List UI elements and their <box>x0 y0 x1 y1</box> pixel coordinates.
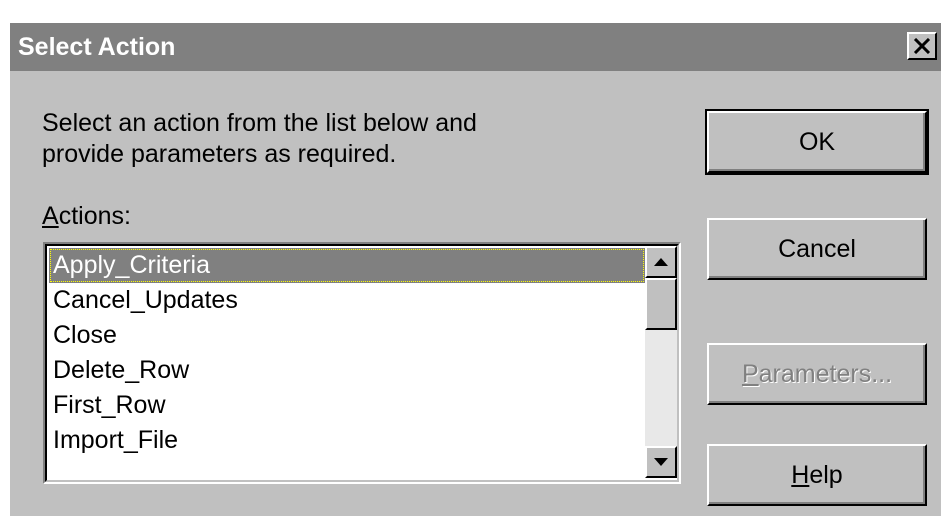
actions-listbox-frame: Apply_Criteria Cancel_Updates Close Delete_… <box>45 244 679 482</box>
screen: Select Action Select an action from the … <box>0 0 941 516</box>
ok-button[interactable]: OK <box>705 109 929 175</box>
help-button[interactable]: Help <box>707 444 927 506</box>
parameters-label-rest: arameters... <box>758 359 893 388</box>
cancel-button[interactable]: Cancel <box>707 218 927 280</box>
parameters-button-label: Parameters... <box>742 360 892 389</box>
help-button-label: Help <box>791 461 842 490</box>
arrow-up-icon <box>654 258 668 266</box>
window-title: Select Action <box>18 32 176 61</box>
help-label-rest: elp <box>809 460 843 489</box>
actions-label-rest: ctions: <box>58 202 131 230</box>
parameters-button[interactable]: Parameters... <box>707 343 927 405</box>
scroll-thumb[interactable] <box>645 278 677 330</box>
scroll-up-button[interactable] <box>645 246 677 278</box>
ok-button-label: OK <box>798 127 836 156</box>
action-list-item[interactable]: First_Row <box>49 388 645 423</box>
title-bar[interactable]: Select Action <box>10 23 941 71</box>
arrow-down-icon <box>654 458 668 466</box>
scroll-down-button[interactable] <box>645 446 677 478</box>
cancel-button-label: Cancel <box>778 234 856 263</box>
instructions-text: Select an action from the list below and… <box>42 109 477 168</box>
actions-listbox[interactable]: Apply_Criteria Cancel_Updates Close Delete_… <box>43 242 681 484</box>
actions-label-mnemonic: A <box>42 202 59 230</box>
select-action-dialog: Select Action Select an action from the … <box>10 23 941 516</box>
vertical-scrollbar[interactable] <box>645 246 677 478</box>
action-list-item[interactable]: Apply_Criteria <box>49 248 645 283</box>
parameters-mnemonic: P <box>741 359 759 388</box>
actions-list[interactable]: Apply_Criteria Cancel_Updates Close Delete_… <box>49 248 645 480</box>
action-list-item[interactable]: Cancel_Updates <box>49 283 645 318</box>
action-list-item[interactable]: Close <box>49 318 645 353</box>
close-icon <box>913 38 931 54</box>
action-list-item[interactable]: Delete_Row <box>49 353 645 388</box>
close-button[interactable] <box>907 32 937 60</box>
actions-label: Actions: <box>42 202 131 231</box>
action-list-item[interactable]: Import_File <box>49 423 645 458</box>
help-mnemonic: H <box>791 460 810 489</box>
